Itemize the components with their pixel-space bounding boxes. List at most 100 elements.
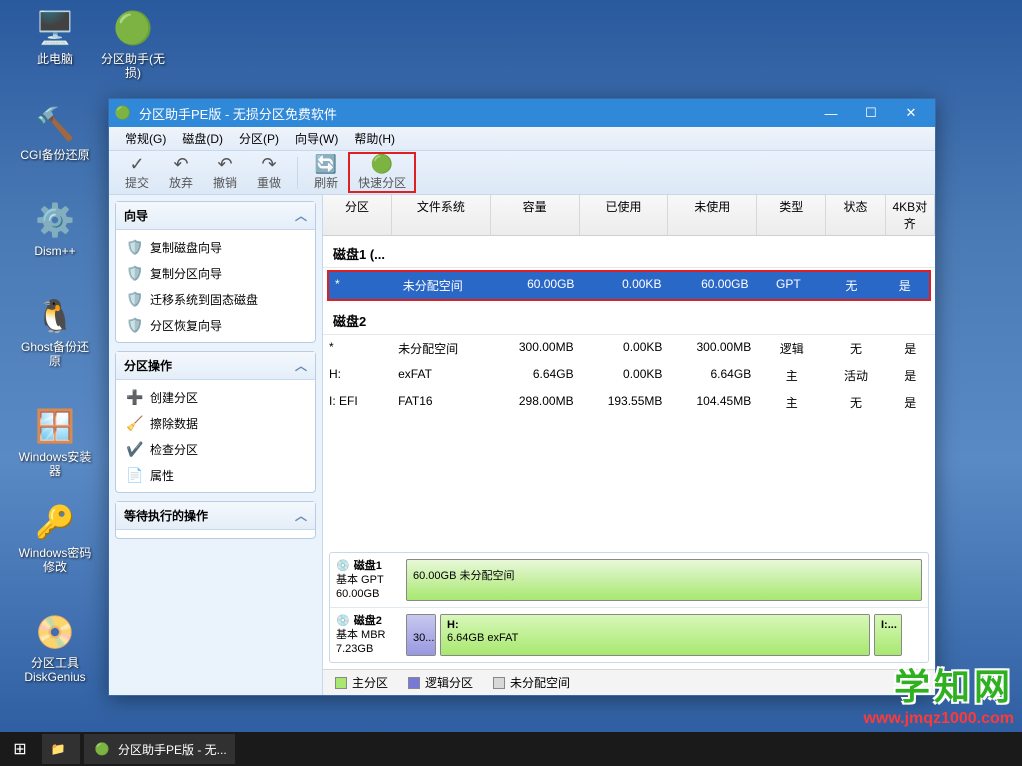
minimize-button[interactable]: —	[811, 101, 851, 125]
chevron-up-icon[interactable]: ︿	[295, 207, 307, 224]
tool-icon: 🟢	[371, 154, 393, 174]
app-window: 🟢 分区助手PE版 - 无损分区免费软件 — ☐ ✕ 常规(G)磁盘(D)分区(…	[108, 98, 936, 696]
sidebar-item[interactable]: ✔️检查分区	[116, 436, 315, 462]
toolbar-放弃[interactable]: ↶放弃	[159, 152, 203, 193]
watermark: 学知网 www.jmqz1000.com	[863, 658, 1014, 728]
disk1-visual-row[interactable]: 💿磁盘1 基本 GPT 60.00GB 60.00GB 未分配空间	[330, 553, 928, 608]
menu-item[interactable]: 向导(W)	[287, 128, 346, 149]
titlebar[interactable]: 🟢 分区助手PE版 - 无损分区免费软件 — ☐ ✕	[109, 99, 935, 127]
desktop-icon[interactable]: 🖥️此电脑	[18, 8, 92, 66]
menu-item[interactable]: 磁盘(D)	[174, 128, 231, 149]
item-label: 检查分区	[150, 441, 198, 458]
panel-header[interactable]: 等待执行的操作︿	[116, 502, 315, 530]
desktop-icon[interactable]: 🪟Windows安装器	[18, 406, 92, 478]
grid-header-cell[interactable]: 文件系统	[392, 195, 491, 235]
tool-label: 快速分区	[358, 174, 406, 191]
legend: 主分区逻辑分区未分配空间	[323, 669, 935, 695]
sidebar-item[interactable]: 🛡️迁移系统到固态磁盘	[116, 286, 315, 312]
item-icon: 🧹	[126, 414, 144, 432]
menu-item[interactable]: 帮助(H)	[346, 128, 403, 149]
toolbar-撤销[interactable]: ↶撤销	[203, 152, 247, 193]
chevron-up-icon[interactable]: ︿	[295, 507, 307, 524]
item-icon: 📄	[126, 466, 144, 484]
taskbar-explorer[interactable]: 📁	[42, 734, 80, 764]
legend-swatch	[335, 677, 347, 689]
maximize-button[interactable]: ☐	[851, 101, 891, 125]
disk1-row[interactable]: * 未分配空间 60.00GB 0.00KB 60.00GB GPT 无 是	[329, 272, 929, 299]
partition-bar[interactable]: 30...	[406, 614, 436, 656]
tool-icon: ✓	[129, 154, 144, 174]
desktop-icon[interactable]: 🔑Windows密码修改	[18, 502, 92, 574]
toolbar-刷新[interactable]: 🔄刷新	[304, 152, 348, 193]
grid-header-cell[interactable]: 分区	[323, 195, 392, 235]
sidebar-item[interactable]: 🧹擦除数据	[116, 410, 315, 436]
tool-icon: ↶	[217, 154, 232, 174]
tool-label: 刷新	[314, 174, 338, 191]
icon-image: 🐧	[35, 296, 75, 336]
desktop-icon[interactable]: 🔨CGI备份还原	[18, 104, 92, 162]
sidebar-item[interactable]: 🛡️ 复制磁盘向导	[116, 234, 315, 260]
disk1-bar-unalloc[interactable]: 60.00GB 未分配空间	[406, 559, 922, 601]
table-row[interactable]: H:exFAT6.64GB0.00KB6.64GB主活动是	[323, 362, 935, 389]
table-row[interactable]: I: EFIFAT16298.00MB193.55MB104.45MB主无是	[323, 389, 935, 416]
grid-header-cell[interactable]: 容量	[491, 195, 580, 235]
table-row[interactable]: *未分配空间300.00MB0.00KB300.00MB逻辑无是	[323, 335, 935, 362]
grid-header: 分区文件系统容量已使用未使用类型状态4KB对齐	[323, 195, 935, 236]
item-icon: ➕	[126, 388, 144, 406]
taskbar-app[interactable]: 🟢 分区助手PE版 - 无...	[84, 734, 235, 764]
app-icon: 🟢	[113, 103, 133, 123]
taskbar[interactable]: ⊞ 📁 🟢 分区助手PE版 - 无...	[0, 732, 1022, 766]
disk1-header[interactable]: 磁盘1 (...	[323, 236, 935, 268]
tool-icon: ↷	[262, 154, 277, 174]
chevron-up-icon[interactable]: ︿	[295, 357, 307, 374]
grid-header-cell[interactable]: 类型	[757, 195, 826, 235]
toolbar: ✓提交↶放弃↶撤销↷重做🔄刷新🟢快速分区	[109, 151, 935, 195]
desktop-icon[interactable]: 🟢分区助手(无损)	[96, 8, 170, 80]
item-label: 复制磁盘向导	[150, 239, 222, 256]
disk2-info: 💿磁盘2 基本 MBR 7.23GB	[336, 614, 406, 656]
icon-label: 分区助手(无损)	[96, 52, 170, 80]
grid-header-cell[interactable]: 已使用	[580, 195, 669, 235]
window-body: 向导︿🛡️复制磁盘向导🛡️复制分区向导🛡️迁移系统到固态磁盘🛡️分区恢复向导分区…	[109, 195, 935, 695]
icon-label: 分区工具DiskGenius	[18, 656, 92, 684]
close-button[interactable]: ✕	[891, 101, 931, 125]
grid-header-cell[interactable]: 未使用	[668, 195, 757, 235]
toolbar-快速分区[interactable]: 🟢快速分区	[348, 152, 416, 193]
panel-header[interactable]: 分区操作︿	[116, 352, 315, 380]
tool-label: 提交	[125, 174, 149, 191]
desktop-icon[interactable]: 📀分区工具DiskGenius	[18, 612, 92, 684]
item-icon: 🛡️	[126, 316, 144, 334]
desktop-icon[interactable]: 🐧Ghost备份还原	[18, 296, 92, 368]
sidebar-item[interactable]: 🛡️分区恢复向导	[116, 312, 315, 338]
disk-visual: 💿磁盘1 基本 GPT 60.00GB 60.00GB 未分配空间 💿磁盘2 基…	[329, 552, 929, 663]
toolbar-重做[interactable]: ↷重做	[247, 152, 291, 193]
start-button[interactable]: ⊞	[0, 732, 40, 766]
item-label: 属性	[150, 467, 174, 484]
item-icon: 🛡️	[126, 238, 144, 256]
partition-bar[interactable]: I:...	[874, 614, 902, 656]
item-label: 创建分区	[150, 389, 198, 406]
menubar: 常规(G)磁盘(D)分区(P)向导(W)帮助(H)	[109, 127, 935, 151]
main-pane: 分区文件系统容量已使用未使用类型状态4KB对齐 磁盘1 (... * 未分配空间…	[323, 195, 935, 695]
icon-image: 🔨	[35, 104, 75, 144]
partition-bar[interactable]: H:6.64GB exFAT	[440, 614, 870, 656]
grid-header-cell[interactable]: 4KB对齐	[886, 195, 935, 235]
tool-label: 撤销	[213, 174, 237, 191]
icon-label: 此电脑	[18, 52, 92, 66]
sidebar-item[interactable]: ➕ 创建分区	[116, 384, 315, 410]
sidebar-item[interactable]: 📄 属性	[116, 462, 315, 488]
disk2-visual-row[interactable]: 💿磁盘2 基本 MBR 7.23GB 30...H:6.64GB exFATI:…	[330, 608, 928, 662]
panel-header[interactable]: 向导︿	[116, 202, 315, 230]
grid-body: 磁盘1 (... * 未分配空间 60.00GB 0.00KB 60.00GB …	[323, 236, 935, 546]
desktop-icon[interactable]: ⚙️Dism++	[18, 200, 92, 258]
disk2-header[interactable]: 磁盘2	[323, 303, 935, 335]
tool-label: 重做	[257, 174, 281, 191]
sidebar-panel: 等待执行的操作︿	[115, 501, 316, 539]
disk1-info: 💿磁盘1 基本 GPT 60.00GB	[336, 559, 406, 601]
sidebar-item[interactable]: 🛡️复制分区向导	[116, 260, 315, 286]
menu-item[interactable]: 常规(G)	[117, 128, 174, 149]
menu-item[interactable]: 分区(P)	[231, 128, 287, 149]
toolbar-提交[interactable]: ✓提交	[115, 152, 159, 193]
grid-header-cell[interactable]: 状态	[826, 195, 885, 235]
legend-item: 逻辑分区	[408, 674, 473, 691]
